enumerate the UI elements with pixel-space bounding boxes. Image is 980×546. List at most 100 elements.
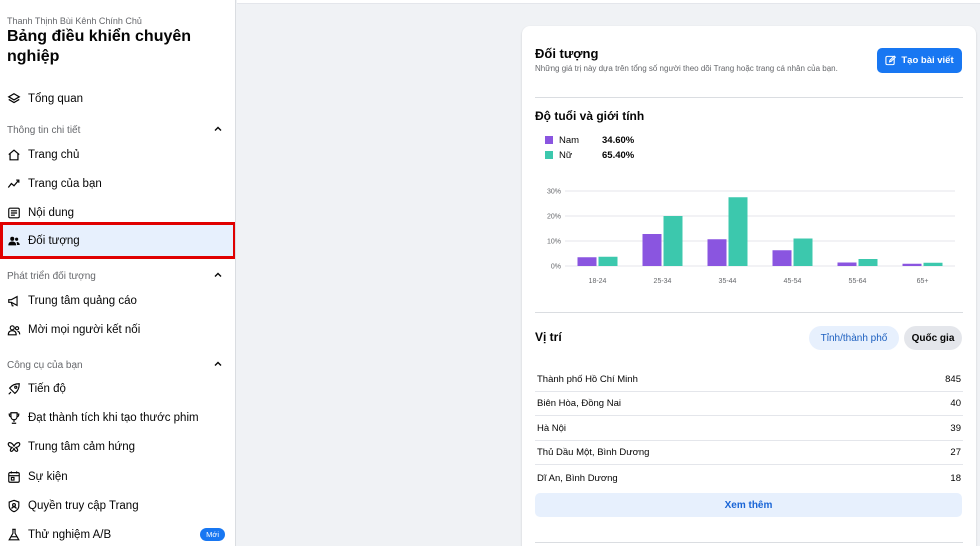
trend-icon [7, 177, 21, 191]
edit-icon [885, 55, 897, 66]
tab-country[interactable]: Quốc gia [904, 326, 962, 350]
bar-Nam-45-54[interactable] [772, 250, 792, 266]
legend-item-male: Nam 34.60% [545, 134, 634, 146]
chevron-up-icon [214, 361, 222, 366]
sidebar-item-page-access[interactable]: Quyền truy cập Trang [0, 491, 235, 520]
shield-icon [7, 499, 21, 513]
audience-card: Đối tượng Những giá trị này dựa trên tổn… [522, 26, 976, 546]
sidebar-item-label: Sự kiện [28, 470, 68, 483]
location-title: Vị trí [535, 330, 562, 344]
chevron-up-icon [214, 272, 222, 277]
x-tick-label: 55-64 [849, 278, 867, 285]
dashboard-title: Bảng điều khiển chuyên nghiệp [7, 28, 192, 65]
sidebar-item-home[interactable]: Trang chủ [0, 140, 235, 169]
sidebar-item-label: Thử nghiệm A/B [28, 528, 112, 541]
x-tick-label: 18-24 [589, 278, 607, 285]
x-tick-label: 65+ [917, 278, 929, 285]
y-tick-label: 10% [547, 239, 561, 246]
create-post-button[interactable]: Tạo bài viết [877, 48, 962, 73]
bar-Nữ-25-34[interactable] [663, 216, 683, 266]
create-post-label: Tạo bài viết [901, 55, 954, 66]
location-row: Hà Nội 39 [535, 417, 963, 441]
invite-people-icon [7, 323, 21, 337]
section-header-audience-growth[interactable]: Phát triển đối tượng [0, 268, 235, 284]
flask-icon [7, 528, 21, 542]
audience-icon [7, 234, 21, 248]
section-heading: Thông tin chi tiết [7, 124, 81, 136]
bar-Nữ-55-64[interactable] [858, 259, 878, 266]
location-name: Biên Hòa, Đồng Nai [537, 398, 621, 409]
sidebar-item-label: Tiến độ [28, 382, 66, 395]
legend-value: 65.40% [602, 149, 635, 161]
sidebar-item-label: Quyền truy cập Trang [28, 499, 139, 512]
bar-Nữ-65+[interactable] [923, 262, 943, 266]
rocket-icon [7, 382, 21, 396]
butterfly-icon [7, 440, 21, 454]
tab-province-city[interactable]: Tỉnh/thành phố [809, 326, 899, 350]
bar-Nữ-18-24[interactable] [598, 256, 618, 266]
sidebar-item-label: Trang chủ [28, 148, 80, 161]
location-name: Dĩ An, Bình Dương [537, 472, 618, 484]
sidebar-item-inspiration-hub[interactable]: Trung tâm cảm hứng [0, 432, 235, 461]
bar-Nam-18-24[interactable] [577, 257, 597, 266]
location-row: Biên Hòa, Đồng Nai 40 [535, 392, 963, 416]
bar-Nam-65+[interactable] [902, 263, 922, 266]
megaphone-icon [7, 294, 21, 308]
legend-name: Nam [559, 134, 580, 146]
y-tick-label: 0% [551, 264, 561, 271]
location-row: Thành phố Hồ Chí Minh 845 [535, 368, 963, 392]
sidebar: Thanh Thịnh Bùi Kênh Chính Chủ Bảng điều… [0, 0, 236, 546]
age-gender-title: Độ tuổi và giới tính [535, 109, 645, 123]
location-row: Thủ Dầu Một, Bình Dương 27 [535, 441, 963, 465]
location-count: 845 [945, 374, 961, 385]
location-name: Hà Nội [537, 423, 567, 434]
page-owner-name: Thanh Thịnh Bùi Kênh Chính Chủ [7, 16, 142, 26]
legend-name: Nữ [559, 149, 573, 161]
divider [535, 542, 963, 543]
sidebar-item-label: Đối tượng [28, 235, 80, 247]
section-heading: Công cụ của bạn [7, 359, 83, 371]
sidebar-item-label: Mời mọi người kết nối [28, 323, 141, 336]
x-tick-label: 25-34 [654, 278, 672, 285]
bar-Nam-55-64[interactable] [837, 262, 857, 267]
sidebar-item-content[interactable]: Nội dung [0, 198, 235, 227]
sidebar-item-invite[interactable]: Mời mọi người kết nối [0, 315, 235, 344]
sidebar-item-audience[interactable]: Đối tượng [0, 225, 235, 257]
section-header-your-tools[interactable]: Công cụ của bạn [0, 357, 235, 373]
divider [535, 312, 963, 313]
home-icon [7, 148, 21, 162]
sidebar-item-your-page[interactable]: Trang của bạn [0, 169, 235, 198]
location-count: 39 [950, 423, 961, 434]
y-tick-label: 30% [547, 189, 561, 196]
trophy-icon [7, 411, 21, 425]
legend-swatch-male [545, 136, 553, 144]
sidebar-item-label: Nội dung [28, 206, 75, 219]
card-title: Đối tượng [535, 46, 599, 61]
divider [535, 97, 963, 98]
sidebar-item-overview[interactable]: Tổng quan [0, 84, 235, 113]
location-row: Dĩ An, Bình Dương 18 [535, 466, 963, 490]
bar-Nam-25-34[interactable] [642, 234, 662, 266]
y-tick-label: 20% [547, 214, 561, 221]
sidebar-item-events[interactable]: Sự kiện [0, 462, 235, 491]
sidebar-item-ab-test[interactable]: Thử nghiệm A/B Mới [0, 520, 235, 546]
x-tick-label: 35-44 [719, 278, 737, 285]
sidebar-item-progress[interactable]: Tiến độ [0, 374, 235, 403]
bar-Nữ-45-54[interactable] [793, 238, 813, 267]
sidebar-item-label: Trung tâm quảng cáo [28, 294, 137, 307]
location-name: Thủ Dầu Một, Bình Dương [537, 447, 650, 458]
bar-Nữ-35-44[interactable] [728, 197, 748, 266]
bar-Nam-35-44[interactable] [707, 239, 727, 266]
layers-icon [7, 92, 21, 106]
legend-item-female: Nữ 65.40% [545, 149, 634, 161]
sidebar-item-label: Tổng quan [28, 92, 83, 105]
sidebar-item-ad-center[interactable]: Trung tâm quảng cáo [0, 286, 235, 315]
sidebar-item-reels-achievements[interactable]: Đạt thành tích khi tạo thước phim [0, 403, 235, 432]
sidebar-item-label: Trung tâm cảm hứng [28, 440, 135, 453]
content-icon [7, 206, 21, 220]
see-more-button[interactable]: Xem thêm [535, 493, 962, 517]
location-count: 27 [950, 447, 961, 458]
new-badge: Mới [200, 528, 225, 541]
chevron-up-icon [214, 126, 222, 131]
section-header-insights[interactable]: Thông tin chi tiết [0, 122, 235, 138]
